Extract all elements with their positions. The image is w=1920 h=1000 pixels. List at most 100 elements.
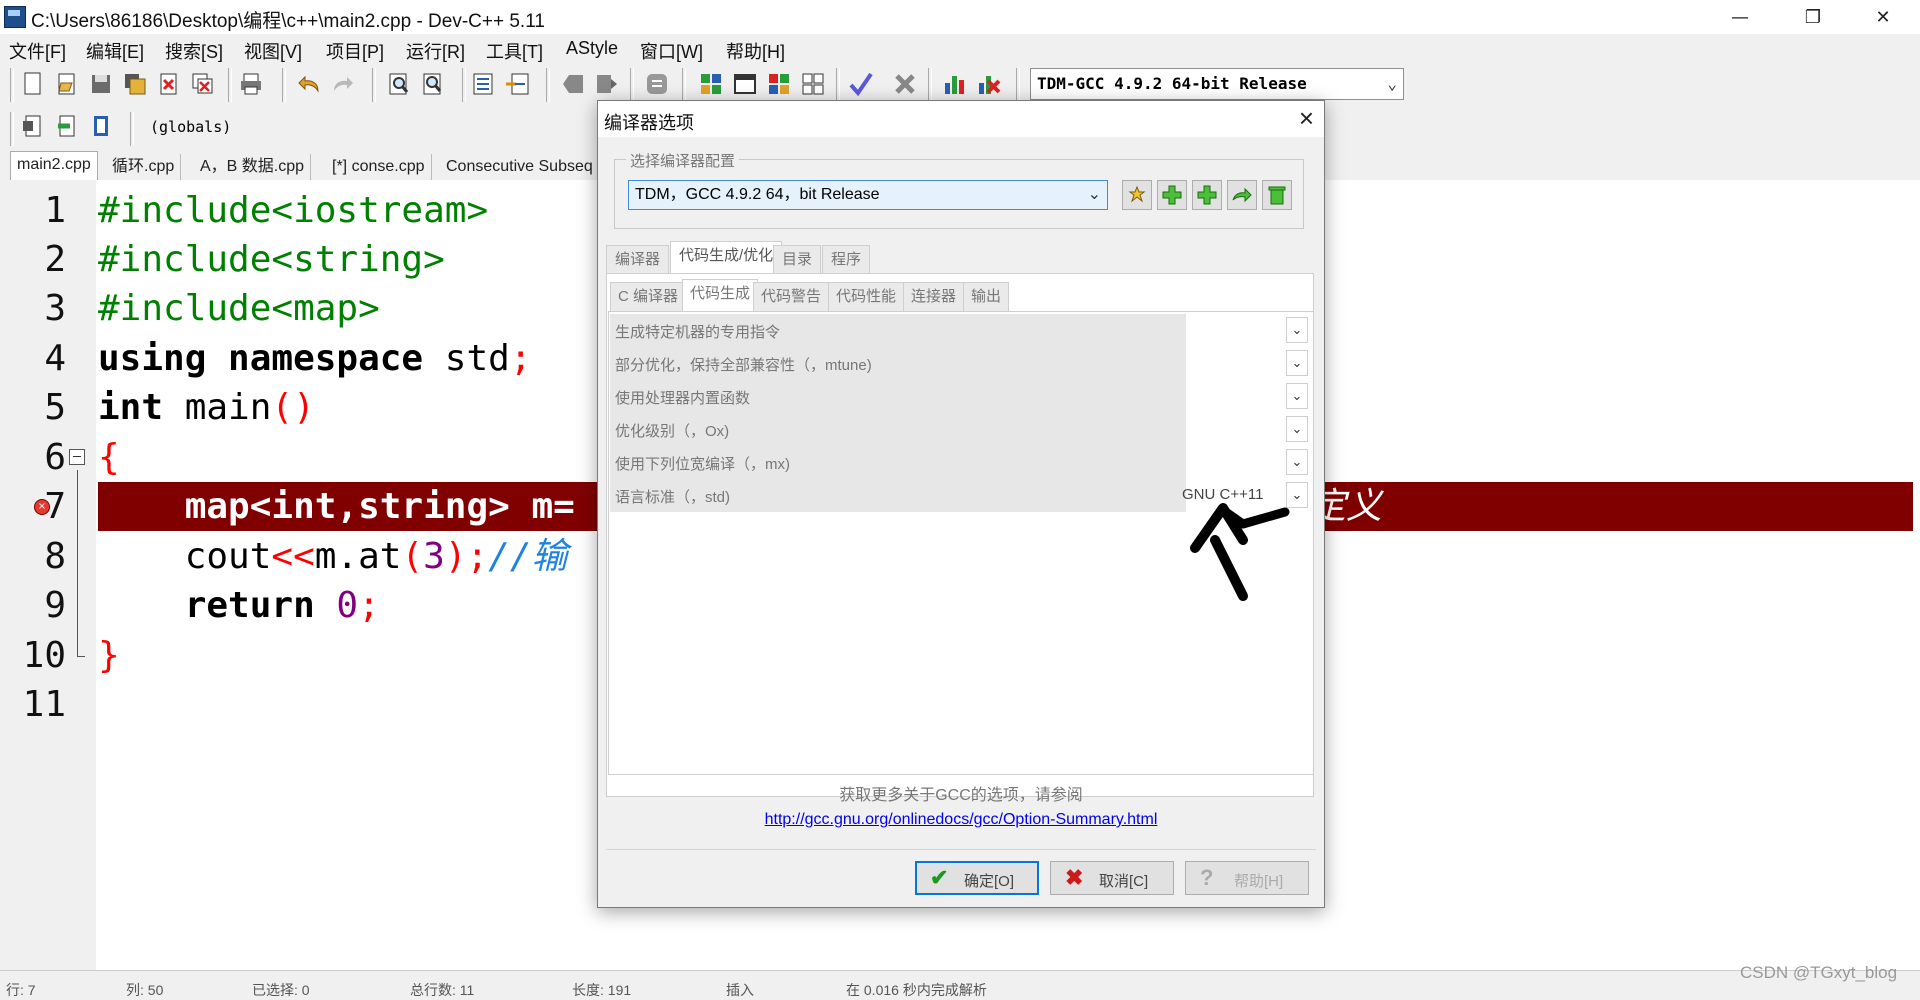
toggle-panel-icon[interactable] xyxy=(88,113,114,139)
number: 3 xyxy=(423,536,445,577)
compiler-select[interactable]: TDM-GCC 4.9.2 64-bit Release ⌄ xyxy=(1030,68,1404,100)
compile-icon[interactable] xyxy=(698,71,724,97)
subtab-code-warnings[interactable]: 代码警告 xyxy=(753,282,830,312)
number: 0 xyxy=(314,585,359,626)
undo-icon[interactable] xyxy=(296,71,322,97)
subtab-c-compiler[interactable]: C 编译器 xyxy=(610,282,687,312)
run-icon[interactable] xyxy=(732,71,758,97)
close-file-icon[interactable] xyxy=(156,71,182,97)
menu-project[interactable]: 项目[P] xyxy=(326,38,384,64)
chevron-down-icon: ⌄ xyxy=(1387,74,1397,93)
tab-file-2[interactable]: 循环.cpp xyxy=(106,154,182,180)
syntax-check-icon[interactable] xyxy=(848,71,874,97)
open-file-icon[interactable] xyxy=(54,71,80,97)
menu-edit[interactable]: 编辑[E] xyxy=(86,38,144,64)
help-button[interactable]: ? 帮助[H] xyxy=(1185,861,1309,895)
compiler-set-select[interactable]: TDM，GCC 4.9.2 64，bit Release ⌄ xyxy=(628,180,1108,210)
comment-icon[interactable] xyxy=(644,71,670,97)
print-icon[interactable] xyxy=(238,71,264,97)
find-icon[interactable] xyxy=(386,71,412,97)
menu-file[interactable]: 文件[F] xyxy=(9,38,66,64)
scope-select[interactable]: (globals) xyxy=(140,112,600,142)
insert-icon[interactable] xyxy=(20,113,46,139)
menu-run[interactable]: 运行[R] xyxy=(406,38,465,64)
minimize-button[interactable]: — xyxy=(1710,0,1770,34)
goto-line-icon[interactable] xyxy=(54,113,80,139)
menu-astyle[interactable]: AStyle xyxy=(566,38,618,59)
identifier: main xyxy=(163,387,272,428)
tab-programs[interactable]: 程序 xyxy=(822,245,871,275)
chevron-down-icon[interactable]: ⌄ xyxy=(1286,449,1308,475)
toolbar-separator xyxy=(228,68,232,102)
close-window-button[interactable]: ✕ xyxy=(1853,0,1913,34)
tab-compiler[interactable]: 编译器 xyxy=(606,245,670,275)
chevron-down-icon: ⌄ xyxy=(1087,186,1101,203)
close-icon[interactable]: × xyxy=(1299,103,1314,134)
toggle-bookmark-icon[interactable] xyxy=(560,71,586,97)
menu-tools[interactable]: 工具[T] xyxy=(486,38,543,64)
option-row[interactable]: 优化级别（，Ox) xyxy=(610,413,1186,446)
tab-directories[interactable]: 目录 xyxy=(773,245,822,275)
subtab-linker[interactable]: 连接器 xyxy=(903,282,965,312)
option-label: 使用处理器内置函数 xyxy=(615,390,751,407)
menu-view[interactable]: 视图[V] xyxy=(244,38,302,64)
option-row[interactable]: 生成特定机器的专用指令 xyxy=(610,314,1186,347)
delete-profile-icon[interactable] xyxy=(976,71,1002,97)
goto-bookmark-icon[interactable] xyxy=(594,71,620,97)
menu-window[interactable]: 窗口[W] xyxy=(640,38,703,64)
menu-help[interactable]: 帮助[H] xyxy=(726,38,785,64)
menu-bar: 文件[F] 编辑[E] 搜索[S] 视图[V] 项目[P] 运行[R] 工具[T… xyxy=(0,34,1920,64)
error-marker-icon[interactable]: × xyxy=(34,499,50,515)
window-title: C:\Users\86186\Desktop\编程\c++\main2.cpp … xyxy=(31,11,545,32)
rename-set-button[interactable] xyxy=(1122,180,1152,210)
save-all-icon[interactable] xyxy=(122,71,148,97)
tab-code-generation-optimization[interactable]: 代码生成/优化 xyxy=(670,241,783,274)
toolbar-separator xyxy=(372,68,376,102)
chevron-down-icon[interactable]: ⌄ xyxy=(1286,317,1308,343)
delete-set-button[interactable] xyxy=(1262,180,1292,210)
new-file-icon[interactable] xyxy=(20,71,46,97)
toolbar-separator xyxy=(630,68,634,102)
option-label: 语言标准（，std) xyxy=(615,489,731,506)
tab-conse-cpp[interactable]: [*] conse.cpp xyxy=(326,154,432,180)
close-all-icon[interactable] xyxy=(190,71,216,97)
subtab-code-profiling[interactable]: 代码性能 xyxy=(828,282,905,312)
fold-guide xyxy=(77,470,78,656)
profile-analysis-icon[interactable] xyxy=(942,71,968,97)
tab-main2-cpp[interactable]: main2.cpp xyxy=(10,151,98,181)
subtab-output[interactable]: 输出 xyxy=(963,282,1010,312)
ok-button[interactable]: ✔ 确定[O] xyxy=(915,861,1039,895)
option-row[interactable]: 使用处理器内置函数 xyxy=(610,380,1186,413)
option-row[interactable]: 使用下列位宽编译（，mx) xyxy=(610,446,1186,479)
indent-icon[interactable] xyxy=(470,71,496,97)
fold-collapse-icon[interactable] xyxy=(69,449,85,465)
symbol: ); xyxy=(444,536,489,577)
option-row[interactable]: 部分优化，保持全部兼容性（，mtune) xyxy=(610,347,1186,380)
subtab-code-generation[interactable]: 代码生成 xyxy=(682,279,759,311)
rebuild-all-icon[interactable] xyxy=(800,71,826,97)
menu-search[interactable]: 搜索[S] xyxy=(165,38,223,64)
chevron-down-icon[interactable]: ⌄ xyxy=(1286,416,1308,442)
tab-file-3[interactable]: A，B 数据.cpp xyxy=(194,154,312,180)
replace-icon[interactable] xyxy=(420,71,446,97)
compile-run-icon[interactable] xyxy=(766,71,792,97)
add-set-button[interactable] xyxy=(1157,180,1187,210)
stop-execution-icon[interactable] xyxy=(892,71,918,97)
plus-icon xyxy=(1162,185,1182,205)
save-icon[interactable] xyxy=(88,71,114,97)
cancel-button[interactable]: ✖ 取消[C] xyxy=(1050,861,1174,895)
rename-icon xyxy=(1128,185,1146,203)
redo-icon[interactable] xyxy=(330,71,356,97)
status-parse-time: 在 0.016 秒内完成解析 xyxy=(846,982,987,998)
tab-consecutive-subseq[interactable]: Consecutive Subseq xyxy=(440,154,600,180)
add-from-folder-button[interactable] xyxy=(1192,180,1222,210)
restore-button[interactable]: ❐ xyxy=(1783,0,1843,34)
option-row[interactable]: 语言标准（，std) xyxy=(610,479,1186,512)
unindent-icon[interactable] xyxy=(504,71,530,97)
find-compilers-button[interactable] xyxy=(1227,180,1257,210)
compiler-set-group-label: 选择编译器配置 xyxy=(626,150,740,171)
gcc-help-link[interactable]: http://gcc.gnu.org/onlinedocs/gcc/Option… xyxy=(598,811,1324,829)
chevron-down-icon[interactable]: ⌄ xyxy=(1286,383,1308,409)
toolbar-separator xyxy=(462,68,466,102)
chevron-down-icon[interactable]: ⌄ xyxy=(1286,350,1308,376)
